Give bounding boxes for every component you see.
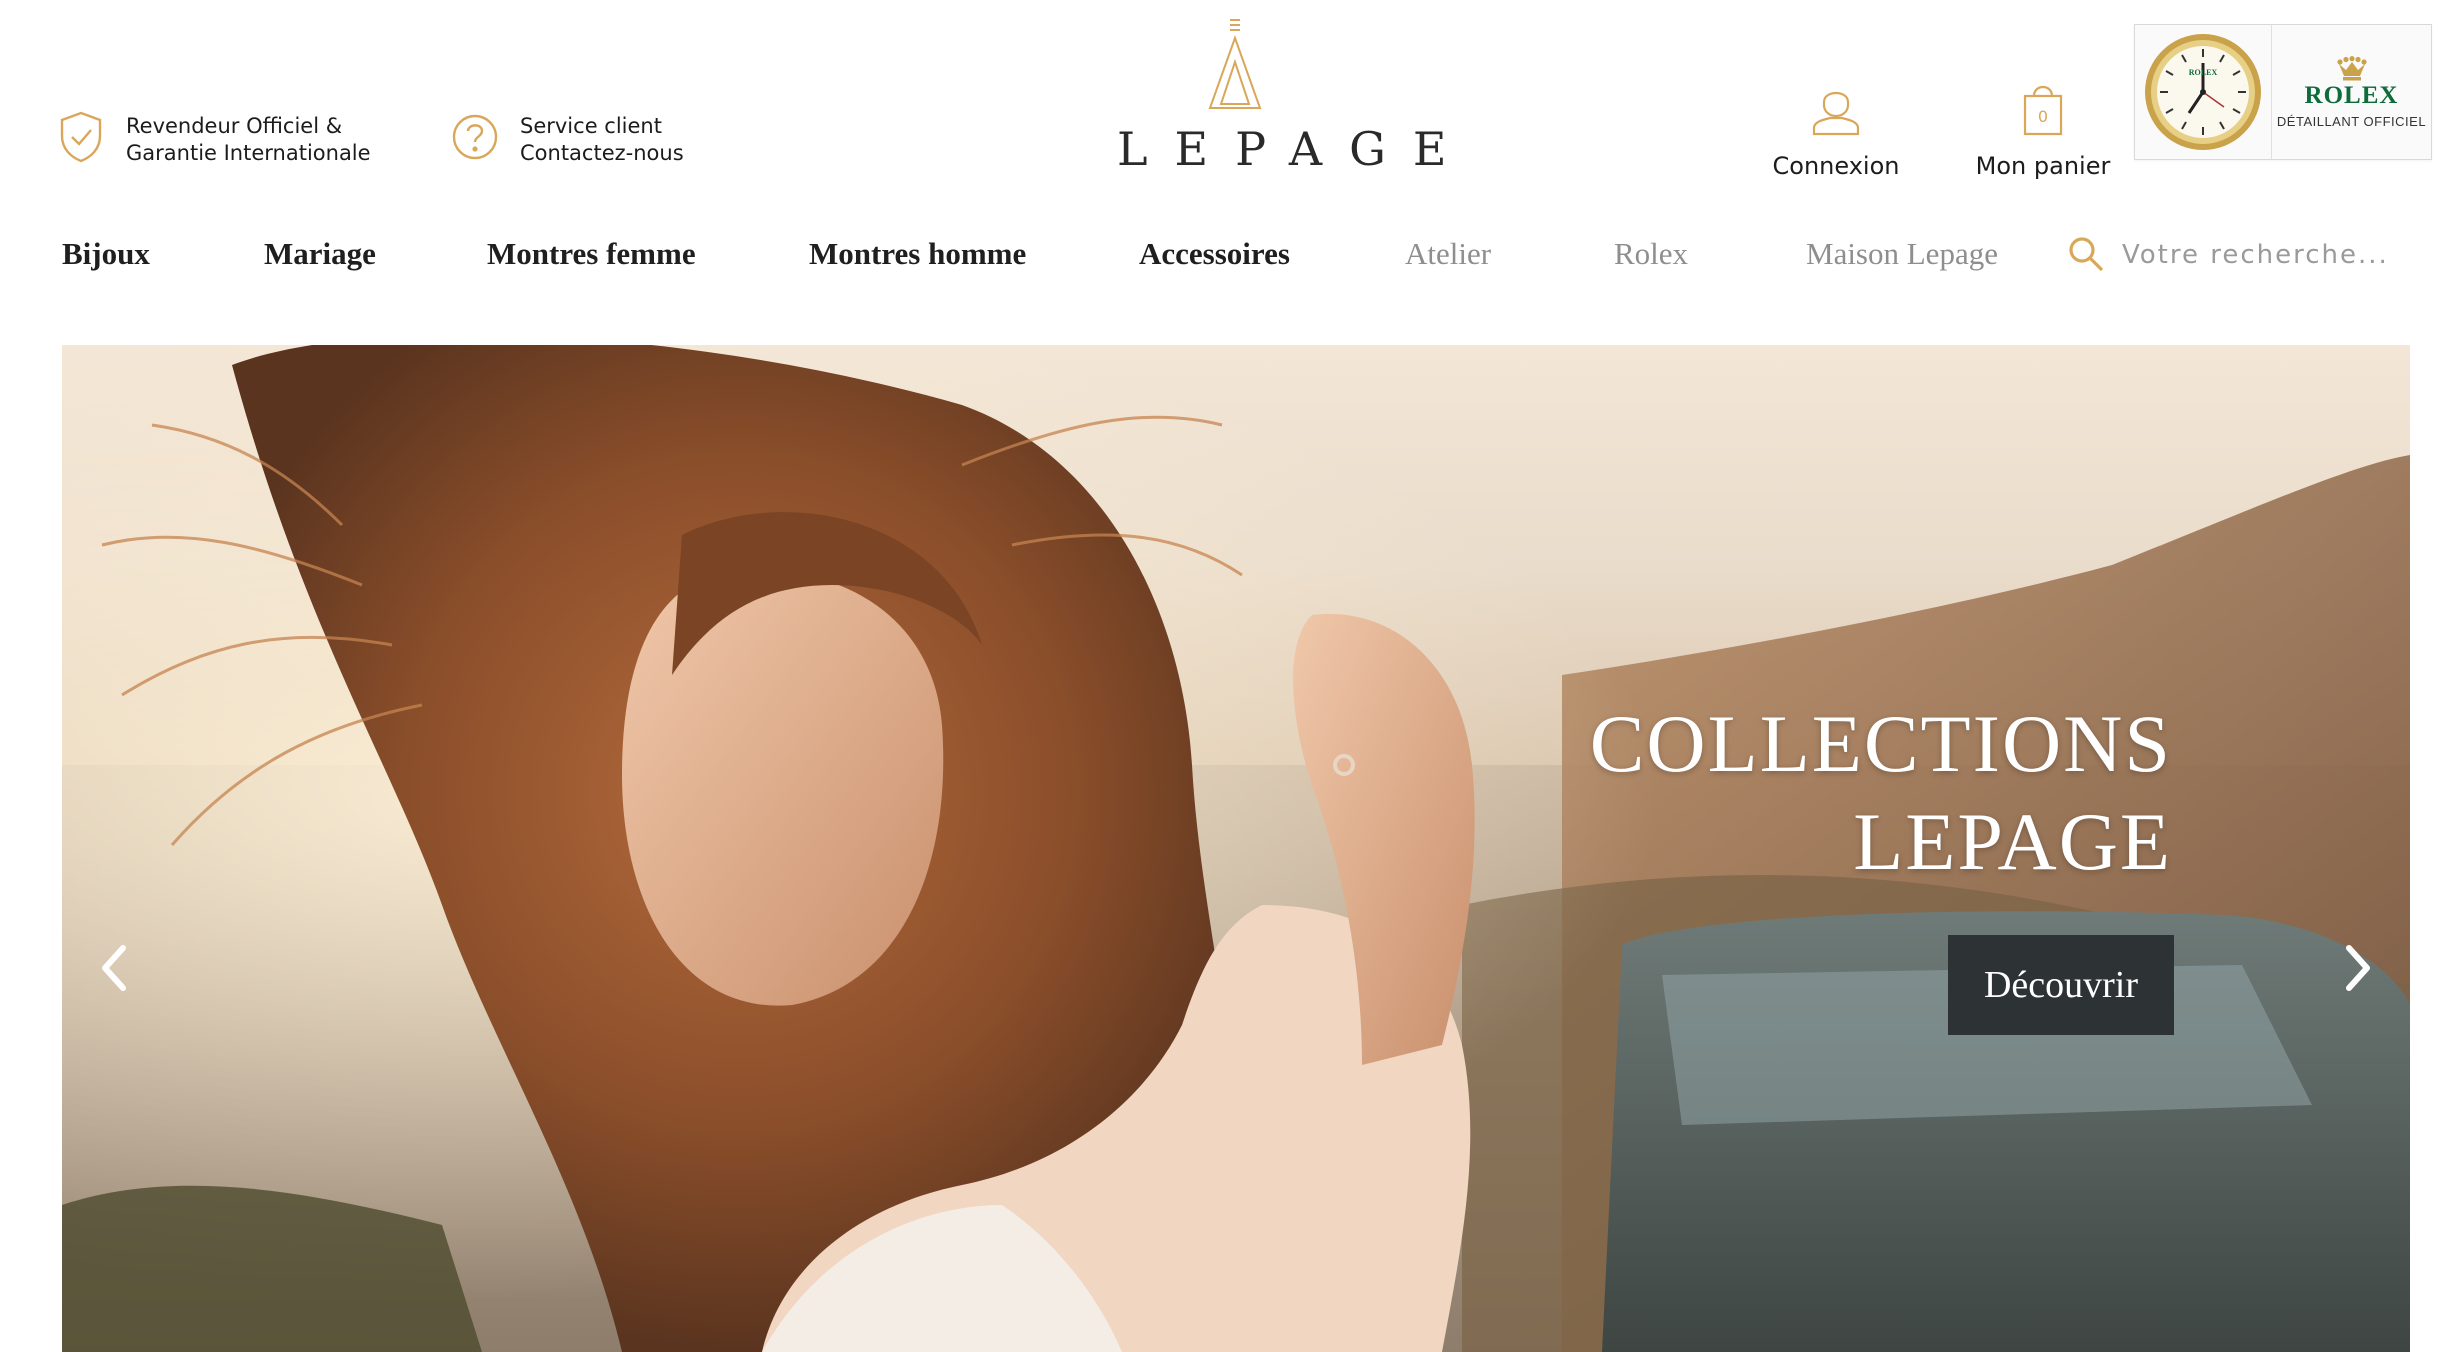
user-icon: [1741, 78, 1931, 138]
trust-badge-line1: Revendeur Officiel &: [126, 113, 343, 138]
customer-service-link[interactable]: Service client Contactez-nous: [452, 110, 684, 169]
nav-item-montres-homme[interactable]: Montres homme: [809, 236, 1026, 272]
login-label: Connexion: [1772, 152, 1900, 180]
carousel-prev-button[interactable]: [84, 923, 144, 1013]
clock-brand-text: ROLEX: [2189, 68, 2218, 77]
hero-carousel: COLLECTIONS LEPAGE Découvrir: [62, 345, 2410, 1352]
nav-item-maison-lepage[interactable]: Maison Lepage: [1806, 236, 1998, 272]
shopping-bag-icon: 0: [1948, 78, 2138, 138]
nav-item-accessoires[interactable]: Accessoires: [1139, 236, 1290, 272]
trust-badge-line2: Garantie Internationale: [126, 140, 371, 165]
chevron-right-icon: [2346, 945, 2370, 991]
logo-wordmark: LEPAGE: [1117, 122, 1474, 176]
search-input[interactable]: [2122, 234, 2422, 276]
cart-label: Mon panier: [1975, 152, 2111, 180]
nav-item-atelier[interactable]: Atelier: [1405, 236, 1491, 272]
hero-title: COLLECTIONS LEPAGE: [1590, 695, 2172, 891]
rolex-retailer-subtitle: DÉTAILLANT OFFICIEL: [2276, 113, 2427, 129]
trust-badge-official: Revendeur Officiel & Garantie Internatio…: [58, 110, 371, 169]
rolex-crown-icon: [2336, 55, 2367, 80]
cart-count: 0: [2038, 107, 2048, 126]
customer-service-line1: Service client: [520, 113, 662, 138]
hero-title-line1: COLLECTIONS: [1589, 698, 2172, 789]
carousel-next-button[interactable]: [2328, 923, 2388, 1013]
question-circle-icon: [452, 110, 498, 169]
nav-item-bijoux[interactable]: Bijoux: [62, 236, 150, 272]
lepage-triangle-logo: [1208, 19, 1262, 109]
discover-button[interactable]: Découvrir: [1948, 935, 2174, 1035]
search-icon[interactable]: [2066, 234, 2106, 274]
shield-check-icon: [58, 110, 104, 169]
customer-service-line2: Contactez-nous: [520, 140, 684, 165]
nav-item-mariage[interactable]: Mariage: [264, 236, 376, 272]
login-button[interactable]: Connexion: [1741, 78, 1931, 180]
chevron-left-icon: [102, 945, 126, 991]
nav-item-montres-femme[interactable]: Montres femme: [487, 236, 696, 272]
rolex-retailer-badge[interactable]: ROLEX ROLEX DÉTAILLANT OFFICIEL: [2134, 24, 2432, 160]
cart-button[interactable]: 0 Mon panier: [1948, 78, 2138, 180]
site-logo[interactable]: LEPAGE: [1090, 16, 1446, 176]
hero-title-line2: LEPAGE: [1853, 796, 2172, 887]
rolex-clock: ROLEX: [2135, 25, 2272, 159]
rolex-brand-name: ROLEX: [2304, 81, 2399, 109]
nav-item-rolex[interactable]: Rolex: [1614, 236, 1688, 272]
